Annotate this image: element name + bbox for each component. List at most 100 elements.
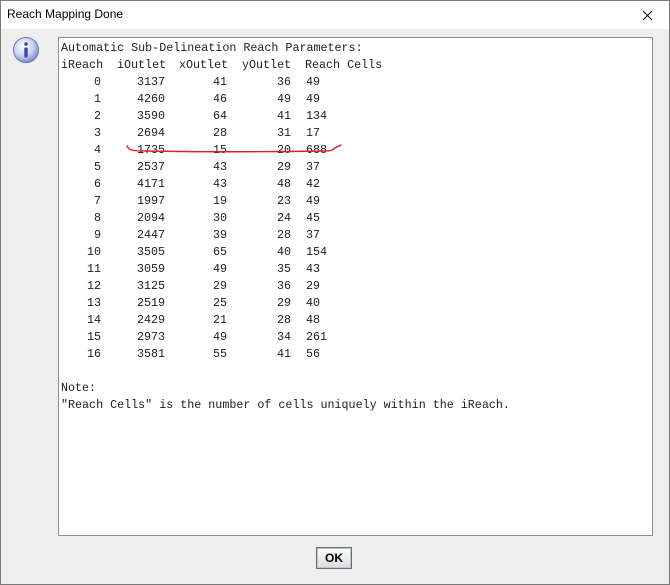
column-ioutlet-cell: 3505	[136, 245, 165, 259]
column-youtlet-cell: 28	[276, 228, 291, 242]
column-xoutlet-cell: 30	[212, 211, 227, 225]
column-xoutlet-cell: 65	[212, 245, 227, 259]
table-row: 8 2094 30 24 45	[59, 210, 649, 227]
column-reach-cells-cell: 49	[306, 194, 321, 208]
column-youtlet-cell: 34	[276, 330, 291, 344]
column-reach-cells-cell: 37	[306, 160, 321, 174]
table-row: 10 3505 65 40 154	[59, 244, 649, 261]
column-ireach-cell: 0	[93, 75, 101, 89]
column-ireach-cell: 9	[93, 228, 101, 242]
column-ireach-cell: 5	[93, 160, 101, 174]
column-youtlet-cell: 41	[276, 109, 291, 123]
column-xoutlet-cell: 64	[212, 109, 227, 123]
column-xoutlet-cell: 28	[212, 126, 227, 140]
column-youtlet-cell: 29	[276, 160, 291, 174]
column-ioutlet-cell: 2519	[136, 296, 165, 310]
table-row: 15 2973 49 34 261	[59, 329, 649, 346]
table-row: 1 4260 46 49 49	[59, 91, 649, 108]
column-ioutlet-cell: 2447	[136, 228, 165, 242]
column-ireach-header: iReach	[61, 58, 104, 72]
column-ioutlet-cell: 3125	[136, 279, 165, 293]
column-reach-cells-cell: 29	[306, 279, 321, 293]
column-ireach-cell: 15	[86, 330, 101, 344]
report-header: Automatic Sub-Delineation Reach Paramete…	[61, 41, 363, 55]
highlight-underline	[126, 144, 342, 153]
column-reach-cells-cell: 42	[306, 177, 321, 191]
column-xoutlet-cell: 21	[212, 313, 227, 327]
column-ioutlet-cell: 2973	[136, 330, 165, 344]
column-ioutlet-cell: 2429	[136, 313, 165, 327]
table-row: 12 3125 29 36 29	[59, 278, 649, 295]
column-reach-cells-cell: 17	[306, 126, 321, 140]
column-xoutlet-cell: 25	[212, 296, 227, 310]
column-ioutlet-cell: 2094	[136, 211, 165, 225]
table-row: 2 3590 64 41 134	[59, 108, 649, 125]
column-youtlet-header: yOutlet	[242, 58, 292, 72]
column-ireach-cell: 8	[93, 211, 101, 225]
column-xoutlet-cell: 29	[212, 279, 227, 293]
column-ioutlet-cell: 3059	[136, 262, 165, 276]
column-youtlet-cell: 28	[276, 313, 291, 327]
column-ioutlet-cell: 2537	[136, 160, 165, 174]
close-icon	[642, 10, 652, 20]
column-xoutlet-cell: 43	[212, 160, 227, 174]
table-row: 9 2447 39 28 37	[59, 227, 649, 244]
column-ioutlet-cell: 3137	[136, 75, 165, 89]
column-reach-cells-cell: 134	[306, 109, 328, 123]
column-xoutlet-cell: 49	[212, 330, 227, 344]
column-xoutlet-cell: 43	[212, 177, 227, 191]
column-ioutlet-cell: 2694	[136, 126, 165, 140]
report-text-area[interactable]: Automatic Sub-Delineation Reach Paramete…	[58, 37, 653, 536]
column-reach-cells-cell: 49	[306, 75, 321, 89]
column-xoutlet-cell: 46	[212, 92, 227, 106]
table-row: 11 3059 49 35 43	[59, 261, 649, 278]
column-xoutlet-cell: 19	[212, 194, 227, 208]
table-row: 14 2429 21 28 48	[59, 312, 649, 329]
column-ioutlet-cell: 3590	[136, 109, 165, 123]
column-ireach-cell: 10	[86, 245, 101, 259]
table-row: 6 4171 43 48 42	[59, 176, 649, 193]
column-youtlet-cell: 31	[276, 126, 291, 140]
ok-button[interactable]: OK	[316, 547, 352, 569]
column-reach-cells-cell: 37	[306, 228, 321, 242]
column-reach-cells-cell: 48	[306, 313, 321, 327]
column-ireach-cell: 14	[86, 313, 101, 327]
column-xoutlet-cell: 39	[212, 228, 227, 242]
column-youtlet-cell: 24	[276, 211, 291, 225]
note-label: Note:	[61, 381, 97, 395]
table-row: 7 1997 19 23 49	[59, 193, 649, 210]
column-ireach-cell: 7	[93, 194, 101, 208]
column-reach-cells-cell: 45	[306, 211, 321, 225]
column-youtlet-cell: 36	[276, 279, 291, 293]
column-ioutlet-cell: 4260	[136, 92, 165, 106]
column-youtlet-cell: 48	[276, 177, 291, 191]
close-button[interactable]	[625, 1, 669, 29]
column-youtlet-cell: 23	[276, 194, 291, 208]
column-ioutlet-header: iOutlet	[117, 58, 167, 72]
column-xoutlet-cell: 41	[212, 75, 227, 89]
table-row: 13 2519 25 29 40	[59, 295, 649, 312]
table-row: 3 2694 28 31 17	[59, 125, 649, 142]
column-ioutlet-cell: 1997	[136, 194, 165, 208]
table-row: 0 3137 41 36 49	[59, 74, 649, 91]
column-ireach-cell: 4	[93, 143, 101, 157]
column-youtlet-cell: 35	[276, 262, 291, 276]
column-youtlet-cell: 41	[276, 347, 291, 361]
column-reach-cells-cell: 261	[306, 330, 328, 344]
column-youtlet-cell: 29	[276, 296, 291, 310]
column-reach-cells-cell: 40	[306, 296, 321, 310]
column-ioutlet-cell: 4171	[136, 177, 165, 191]
dialog-window: Reach Mapping Done Automatic Sub-Delinea…	[0, 0, 670, 585]
table-row: 16 3581 55 41 56	[59, 346, 649, 363]
column-reach-cells-header: Reach Cells	[305, 58, 383, 72]
title-bar[interactable]: Reach Mapping Done	[1, 1, 669, 29]
column-ireach-cell: 1	[93, 92, 101, 106]
column-ireach-cell: 6	[93, 177, 101, 191]
column-reach-cells-cell: 49	[306, 92, 321, 106]
column-youtlet-cell: 40	[276, 245, 291, 259]
table-row: 5 2537 43 29 37	[59, 159, 649, 176]
column-ireach-cell: 2	[93, 109, 101, 123]
column-xoutlet-cell: 55	[212, 347, 227, 361]
column-ireach-cell: 3	[93, 126, 101, 140]
column-youtlet-cell: 49	[276, 92, 291, 106]
